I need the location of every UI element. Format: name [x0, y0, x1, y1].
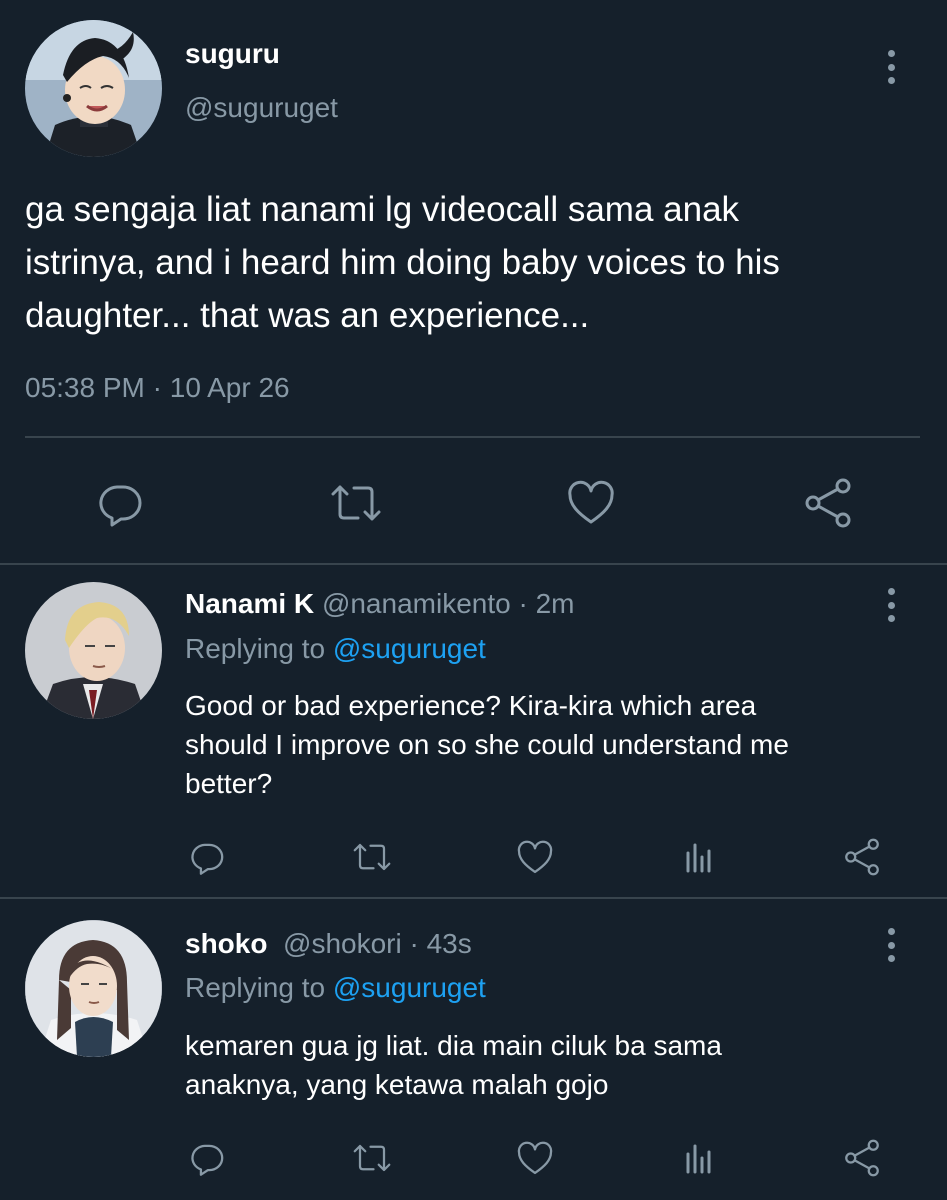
- more-icon[interactable]: [888, 588, 895, 622]
- reply-header: Nanami K @nanamikento · 2m: [185, 588, 575, 620]
- reply-separator: ·: [409, 928, 419, 959]
- like-icon[interactable]: [513, 1136, 557, 1180]
- avatar-shoko[interactable]: [25, 920, 162, 1057]
- tweet-text: ga sengaja liat nanami lg videocall sama…: [25, 183, 780, 342]
- reply-separator: ·: [518, 588, 528, 619]
- reply-handle[interactable]: @nanamikento: [322, 588, 511, 619]
- reply-icon[interactable]: [185, 835, 229, 879]
- reply-icon[interactable]: [92, 475, 148, 531]
- share-icon[interactable]: [800, 475, 856, 531]
- reply-header: shoko @shokori · 43s: [185, 928, 472, 960]
- retweet-icon[interactable]: [350, 1136, 394, 1180]
- reply-icon[interactable]: [185, 1136, 229, 1180]
- share-icon[interactable]: [840, 835, 884, 879]
- retweet-icon[interactable]: [328, 475, 384, 531]
- replying-to: Replying to @suguruget: [185, 633, 486, 665]
- tweet-text-line: ga sengaja liat nanami lg videocall sama…: [25, 190, 740, 229]
- avatar-nanami[interactable]: [25, 582, 162, 719]
- tweet-text-line: istrinya, and i heard him doing baby voi…: [25, 243, 780, 282]
- reply-text-line: Good or bad experience? Kira-kira which …: [185, 690, 757, 721]
- tweet-date: 10 Apr 26: [169, 372, 290, 403]
- replying-to-handle[interactable]: @suguruget: [333, 972, 486, 1003]
- more-icon[interactable]: [888, 928, 895, 962]
- replying-to-label: Replying to: [185, 972, 326, 1003]
- reply-display-name[interactable]: Nanami K: [185, 588, 314, 619]
- replying-to: Replying to @suguruget: [185, 972, 486, 1004]
- reply-text-line: should I improve on so she could underst…: [185, 729, 789, 760]
- reply-text: kemaren gua jg liat. dia main ciluk ba s…: [185, 1026, 722, 1104]
- reply-handle[interactable]: @shokori: [283, 928, 402, 959]
- tweet-time: 05:38 PM: [25, 372, 145, 403]
- retweet-icon[interactable]: [350, 835, 394, 879]
- reply-display-name[interactable]: shoko: [185, 928, 267, 959]
- timestamp-separator: ·: [152, 372, 162, 403]
- reply-text-line: kemaren gua jg liat. dia main ciluk ba s…: [185, 1030, 722, 1061]
- author-display-name[interactable]: suguru: [185, 38, 280, 70]
- replying-to-handle[interactable]: @suguruget: [333, 633, 486, 664]
- tweet-text-line: daughter... that was an experience...: [25, 296, 590, 335]
- reply-text: Good or bad experience? Kira-kira which …: [185, 686, 789, 803]
- tweet-timestamp[interactable]: 05:38 PM · 10 Apr 26: [25, 372, 290, 404]
- replying-to-label: Replying to: [185, 633, 326, 664]
- share-icon[interactable]: [840, 1136, 884, 1180]
- reply-age: 2m: [535, 588, 575, 619]
- like-icon[interactable]: [563, 475, 619, 531]
- analytics-icon[interactable]: [677, 835, 721, 879]
- more-icon[interactable]: [888, 50, 895, 84]
- section-divider: [0, 897, 947, 899]
- reply-text-line: better?: [185, 768, 273, 799]
- tweet-divider: [25, 436, 920, 438]
- like-icon[interactable]: [513, 835, 557, 879]
- author-handle[interactable]: @suguruget: [185, 92, 338, 124]
- reply-age: 43s: [426, 928, 472, 959]
- avatar-suguru[interactable]: [25, 20, 162, 157]
- reply-text-line: anaknya, yang ketawa malah gojo: [185, 1069, 609, 1100]
- section-divider: [0, 563, 947, 565]
- analytics-icon[interactable]: [677, 1136, 721, 1180]
